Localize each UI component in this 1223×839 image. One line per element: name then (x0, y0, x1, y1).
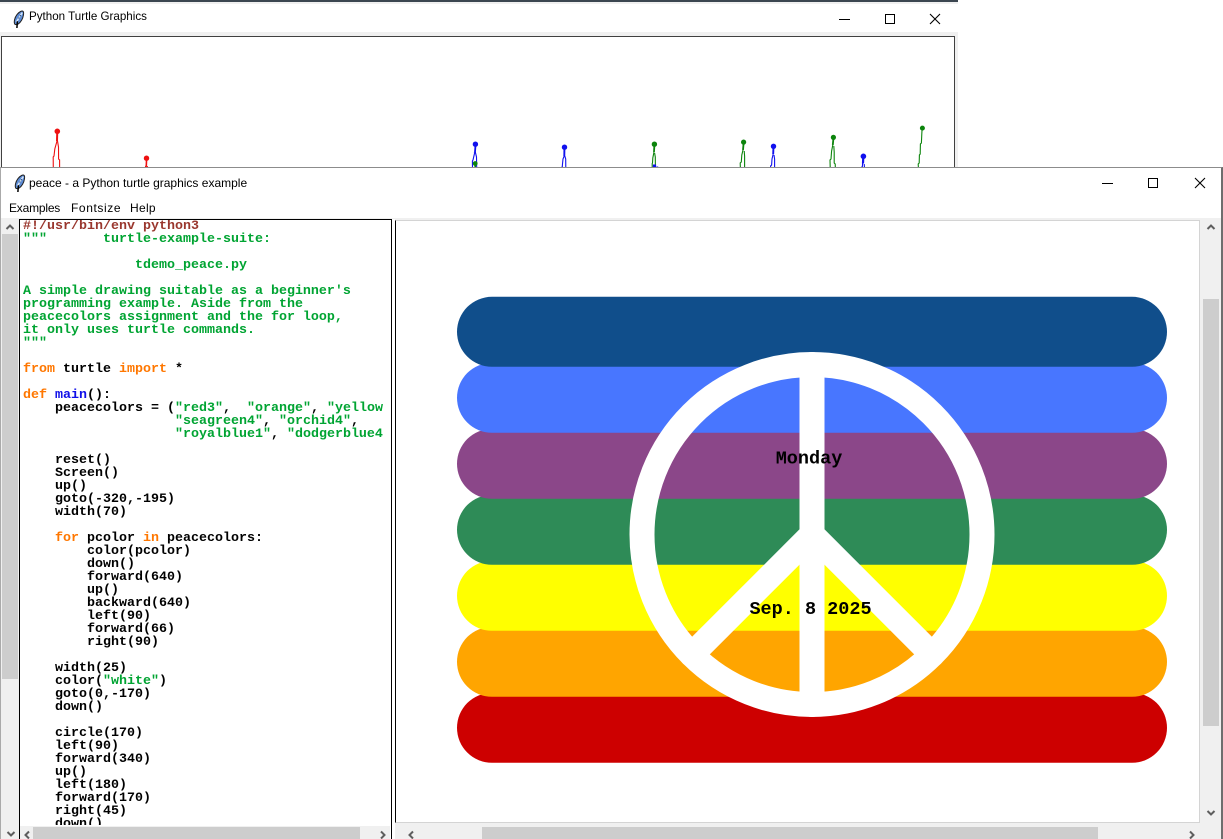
svg-text:Sep. 8 2025: Sep. 8 2025 (749, 599, 871, 620)
svg-text:Monday: Monday (776, 449, 843, 470)
